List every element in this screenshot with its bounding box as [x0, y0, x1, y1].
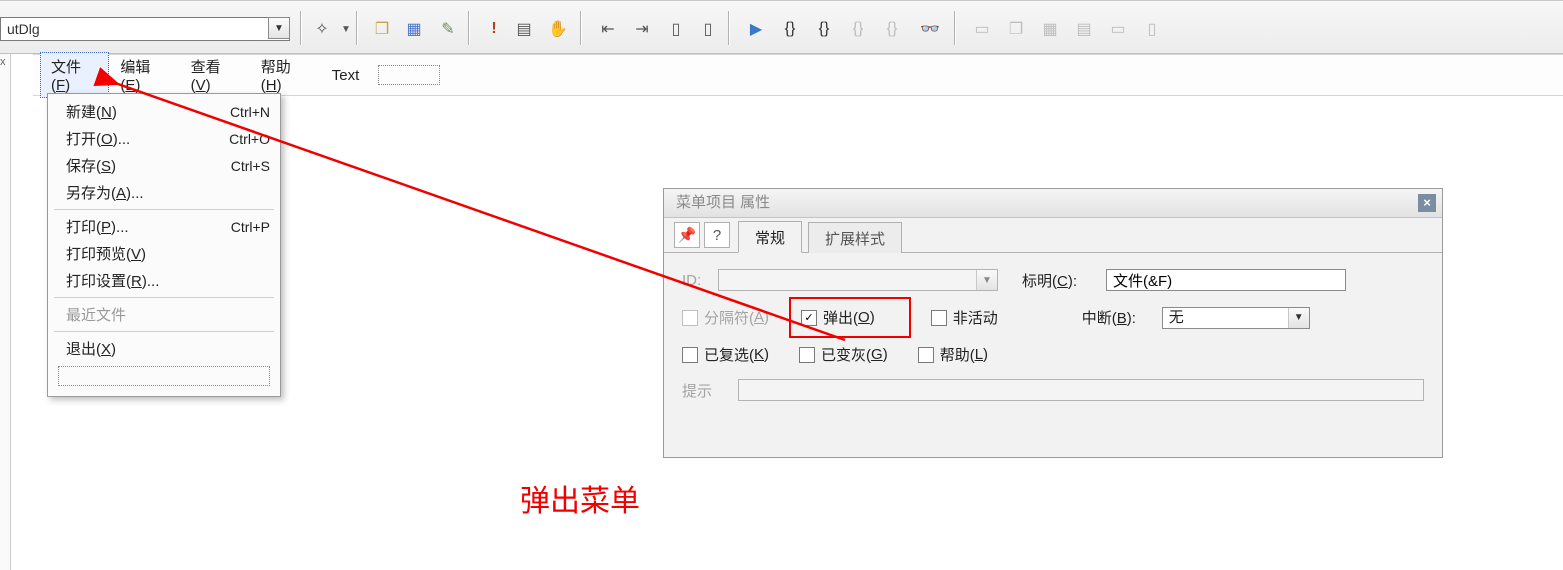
- braces2-icon[interactable]: {}: [812, 17, 836, 41]
- properties-close-button[interactable]: ×: [1418, 194, 1436, 212]
- tab-extended[interactable]: 扩展样式: [808, 222, 902, 253]
- id-combo: ▼: [718, 269, 998, 291]
- menu-open[interactable]: 打开(O)... Ctrl+O: [48, 125, 280, 152]
- main-toolbar: ▼ ✧ ▼ ❐ ▦ ✎ ! ▤ ✋ ⇤ ⇥ ▯ ▯ ▶ {} {} {} {} …: [0, 0, 1563, 54]
- play-icon[interactable]: ▶: [744, 17, 768, 41]
- wizard-icon[interactable]: ✧: [310, 17, 334, 41]
- menu-item-view[interactable]: 查看(V): [180, 52, 250, 98]
- stack-icon[interactable]: ❐: [370, 17, 394, 41]
- id-combo-drop: ▼: [976, 270, 997, 290]
- menu-save[interactable]: 保存(S) Ctrl+S: [48, 152, 280, 179]
- break-label: 中断(B):: [1082, 307, 1162, 328]
- properties-panel: 菜单项目 属性 × 📌 ? 常规 扩展样式 ID: ▼ 标明(C):: [663, 188, 1443, 458]
- caption-label: 标明(C):: [1022, 270, 1106, 291]
- menu-item-text[interactable]: Text: [321, 63, 371, 88]
- popup-checkbox[interactable]: ✓弹出(O): [789, 297, 911, 338]
- menu-print-preview[interactable]: 打印预览(V): [48, 240, 280, 267]
- class-combo[interactable]: [0, 17, 290, 41]
- menu-exit[interactable]: 退出(X): [48, 335, 280, 362]
- menu-print[interactable]: 打印(P)... Ctrl+P: [48, 213, 280, 240]
- grayed-checkbox[interactable]: 已变灰(G): [799, 344, 888, 365]
- id-label: ID:: [682, 272, 718, 289]
- menu-print-setup[interactable]: 打印设置(R)...: [48, 267, 280, 294]
- dialog-icon: ▯: [1140, 17, 1164, 41]
- menu-saveas[interactable]: 另存为(A)...: [48, 179, 280, 206]
- class-combo-drop[interactable]: ▼: [268, 17, 290, 39]
- checked-checkbox[interactable]: 已复选(K): [682, 344, 769, 365]
- prompt-input: [738, 379, 1424, 401]
- break-select[interactable]: 无 ▼: [1162, 307, 1310, 329]
- caption-input[interactable]: [1106, 269, 1346, 291]
- properties-tabs: 📌 ? 常规 扩展样式: [664, 218, 1442, 253]
- wizard-drop-icon[interactable]: ▼: [334, 17, 358, 41]
- braces-grey-icon: {}: [846, 17, 870, 41]
- tab-general[interactable]: 常规: [738, 221, 802, 253]
- braces-grey2-icon: {}: [880, 17, 904, 41]
- table-icon: ▦: [1038, 17, 1062, 41]
- menu-new-placeholder[interactable]: [378, 65, 440, 85]
- file-dropdown: 新建(N) Ctrl+N 打开(O)... Ctrl+O 保存(S) Ctrl+…: [47, 93, 281, 397]
- menu-item-file[interactable]: 文件(F): [40, 52, 109, 98]
- hand-icon[interactable]: ✋: [546, 17, 570, 41]
- list-icon[interactable]: ▤: [512, 17, 536, 41]
- inactive-checkbox[interactable]: 非活动: [931, 307, 998, 328]
- braces-icon[interactable]: {}: [778, 17, 802, 41]
- panel-close-x[interactable]: x: [0, 56, 6, 68]
- doc-left-icon[interactable]: ▯: [664, 17, 688, 41]
- help-checkbox[interactable]: 帮助(L): [918, 344, 988, 365]
- brush-icon[interactable]: ✎: [436, 17, 460, 41]
- menu-new-item-placeholder[interactable]: [58, 366, 270, 386]
- help-icon[interactable]: ?: [704, 222, 730, 248]
- doc-right-icon[interactable]: ▯: [696, 17, 720, 41]
- menu-editor-bar: 文件(F) 编辑(E) 查看(V) 帮助(H) Text: [40, 63, 440, 87]
- left-gutter: [0, 54, 11, 570]
- pushpin-icon[interactable]: 📌: [674, 222, 700, 248]
- menu-item-help[interactable]: 帮助(H): [250, 52, 321, 98]
- menu-item-edit[interactable]: 编辑(E): [109, 52, 179, 98]
- indent-left-icon[interactable]: ⇤: [596, 17, 620, 41]
- break-select-drop[interactable]: ▼: [1288, 308, 1309, 328]
- annotation-text: 弹出菜单: [520, 476, 640, 520]
- menu-recent: 最近文件: [48, 301, 280, 328]
- tool-icon: ▭: [1106, 17, 1130, 41]
- dup-window-icon: ❐: [1004, 17, 1028, 41]
- properties-title: 菜单项目 属性 ×: [664, 189, 1442, 218]
- prompt-label: 提示: [682, 380, 738, 401]
- separator-checkbox: 分隔符(A): [682, 307, 769, 328]
- form-icon: ▤: [1072, 17, 1096, 41]
- grid-icon[interactable]: ▦: [402, 17, 426, 41]
- indent-right-icon[interactable]: ⇥: [630, 17, 654, 41]
- glasses-icon[interactable]: 👓: [918, 17, 942, 41]
- menu-new[interactable]: 新建(N) Ctrl+N: [48, 98, 280, 125]
- window-icon: ▭: [970, 17, 994, 41]
- exclaim-icon[interactable]: !: [482, 17, 506, 41]
